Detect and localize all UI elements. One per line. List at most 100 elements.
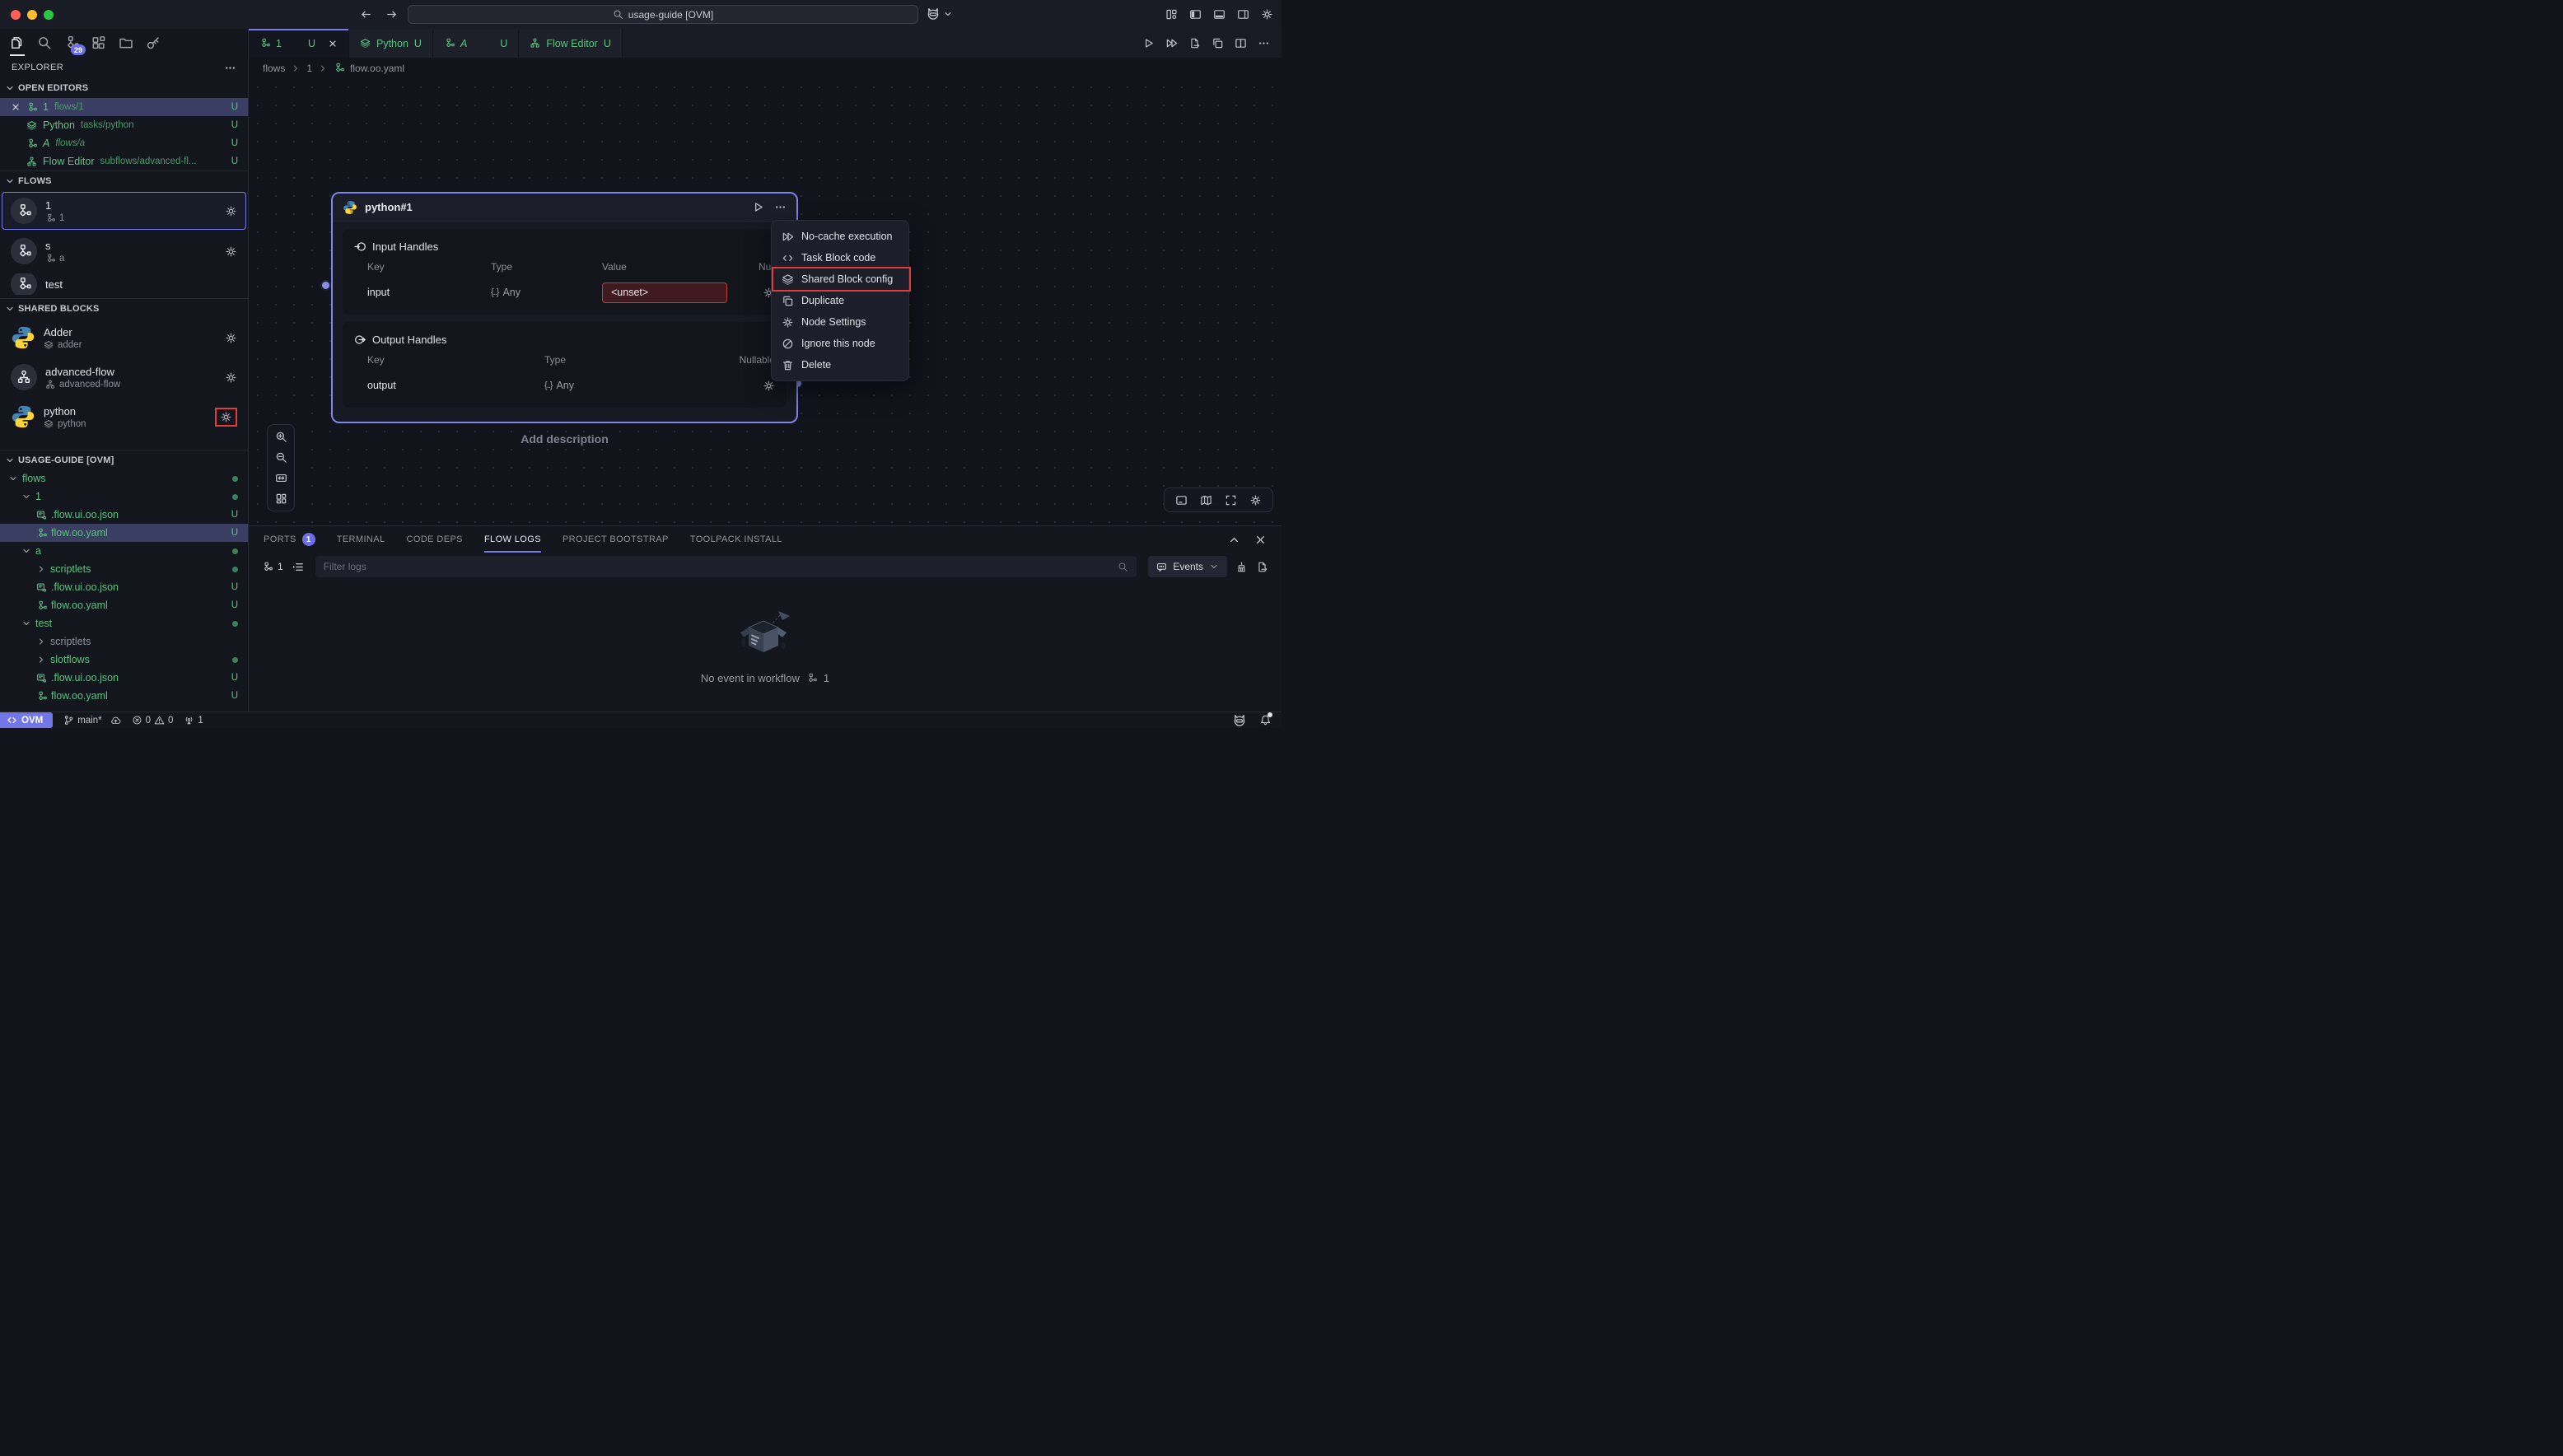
tree-row-folder[interactable]: test [0,614,248,632]
command-center-search[interactable]: usage-guide [OVM] [408,5,918,24]
secrets-activity-button[interactable] [146,35,161,50]
problems-indicator[interactable]: 0 0 [132,715,174,726]
console-icon[interactable] [1175,494,1188,506]
toggle-sidebar-icon[interactable] [1189,8,1202,21]
shared-blocks-header[interactable]: SHARED BLOCKS [0,298,248,318]
menu-item-ignore-node[interactable]: Ignore this node [772,333,908,354]
fit-view-icon[interactable] [275,472,287,484]
unset-value-field[interactable]: <unset> [602,282,727,303]
close-panel-icon[interactable] [1254,534,1267,546]
minimize-window-button[interactable] [27,10,37,20]
flow-scope-selector[interactable]: 1 [262,561,283,572]
node-python-1[interactable]: python#1 Input Handles Key Type Value Nu… [331,192,798,423]
search-activity-button[interactable] [37,35,52,50]
more-actions-icon[interactable] [224,62,236,74]
customize-layout-icon[interactable] [1165,8,1178,21]
extensions-activity-button[interactable] [91,35,106,50]
events-dropdown[interactable]: Events [1148,556,1227,577]
open-editor-item[interactable]: 1 flows/1 U [0,98,248,116]
run-icon[interactable] [1142,37,1155,49]
run-all-icon[interactable] [1165,37,1178,49]
notifications-bell-icon[interactable] [1259,714,1272,726]
zoom-window-button[interactable] [44,10,54,20]
breadcrumb-item[interactable]: flow.oo.yaml [350,63,404,74]
canvas-settings-icon[interactable] [1249,494,1262,506]
tree-row-file[interactable]: .flow.ui.oo.jsonU [0,506,248,524]
explorer-activity-button[interactable] [10,35,25,50]
export-icon[interactable] [1188,37,1201,49]
menu-item-shared-block-config[interactable]: Shared Block config [772,268,908,290]
block-settings-gear[interactable] [225,332,237,344]
more-actions-icon[interactable] [1258,37,1270,49]
toggle-secondary-sidebar-icon[interactable] [1237,8,1249,21]
add-description-placeholder[interactable]: Add description [331,432,798,446]
open-editor-item[interactable]: Flow Editor subflows/advanced-fl... U [0,152,248,170]
tree-row-file-selected[interactable]: flow.oo.yamlU [0,524,248,542]
block-settings-gear-highlighted[interactable] [215,408,237,427]
flow-settings-gear[interactable] [225,245,237,258]
tree-row-folder[interactable]: a [0,542,248,560]
flow-card[interactable]: test [2,273,246,296]
tree-row-file[interactable]: flow.oo.yamlU [0,687,248,705]
flow-canvas[interactable]: python#1 Input Handles Key Type Value Nu… [249,78,1282,525]
auto-layout-icon[interactable] [275,492,287,505]
cat-icon[interactable] [1232,713,1247,728]
breadcrumb[interactable]: flows 1 flow.oo.yaml [249,58,1282,78]
folder-activity-button[interactable] [119,35,133,50]
breadcrumb-item[interactable]: 1 [306,63,312,74]
block-settings-gear[interactable] [225,371,237,384]
toggle-panel-icon[interactable] [1213,8,1225,21]
menu-item-duplicate[interactable]: Duplicate [772,290,908,311]
fullscreen-icon[interactable] [1225,494,1237,506]
window-controls[interactable] [0,10,54,20]
zoom-in-icon[interactable] [275,431,287,443]
close-window-button[interactable] [11,10,21,20]
filter-logs-input[interactable] [324,561,1112,572]
tree-row-folder[interactable]: scriptlets [0,632,248,651]
flows-section-header[interactable]: FLOWS [0,170,248,190]
open-editor-item[interactable]: Python tasks/python U [0,116,248,134]
panel-tab-flow-logs[interactable]: FLOW LOGS [484,526,541,553]
tab-python[interactable]: Python U [349,29,433,58]
split-editor-icon[interactable] [1235,37,1247,49]
shared-block-card[interactable]: Adder adder [2,320,246,356]
tab-a[interactable]: A U [433,29,519,58]
publish-cloud-icon[interactable] [110,715,121,726]
remote-indicator[interactable]: OVM [0,712,53,728]
open-editors-header[interactable]: OPEN EDITORS [0,78,248,98]
flow-card[interactable]: 1 1 [2,192,246,230]
close-tab-icon[interactable] [328,39,338,49]
tree-row-file[interactable]: .flow.ui.oo.jsonU [0,578,248,596]
tree-row-folder[interactable]: scriptlets [0,560,248,578]
filter-logs-field[interactable] [315,556,1137,577]
close-icon[interactable] [11,102,21,112]
panel-tab-ports[interactable]: PORTS1 [264,526,315,553]
assistant-menu[interactable] [926,7,953,21]
node-header[interactable]: python#1 [333,194,796,222]
minimap-icon[interactable] [1200,494,1212,506]
menu-item-delete[interactable]: Delete [772,354,908,376]
panel-tab-toolpack-install[interactable]: TOOLPACK INSTALL [690,526,782,553]
zoom-out-icon[interactable] [275,451,287,464]
ports-indicator[interactable]: 1 [184,715,203,726]
copy-icon[interactable] [1211,37,1224,49]
menu-item-node-settings[interactable]: Node Settings [772,311,908,333]
panel-tab-project-bootstrap[interactable]: PROJECT BOOTSTRAP [563,526,669,553]
tab-flow-editor[interactable]: Flow Editor U [519,29,623,58]
tree-row-file[interactable]: flow.oo.yamlU [0,596,248,614]
workspace-header[interactable]: USAGE-GUIDE [OVM] [0,450,248,469]
settings-gear-icon[interactable] [1261,8,1273,21]
run-node-icon[interactable] [752,201,764,213]
tree-row-folder[interactable]: slotflows [0,651,248,669]
tree-row-file[interactable]: .flow.ui.oo.jsonU [0,669,248,687]
branch-indicator[interactable]: main* [63,715,120,726]
flows-activity-button[interactable]: 29 [64,35,79,50]
clear-logs-icon[interactable] [1235,561,1248,573]
breadcrumb-item[interactable]: flows [263,63,285,74]
panel-tab-terminal[interactable]: TERMINAL [337,526,385,553]
maximize-panel-icon[interactable] [1228,534,1240,546]
tree-row-folder[interactable]: flows [0,469,248,488]
flow-settings-gear[interactable] [225,205,237,217]
tab-flow-1[interactable]: 1 U [249,29,349,58]
forward-icon[interactable] [385,8,398,21]
